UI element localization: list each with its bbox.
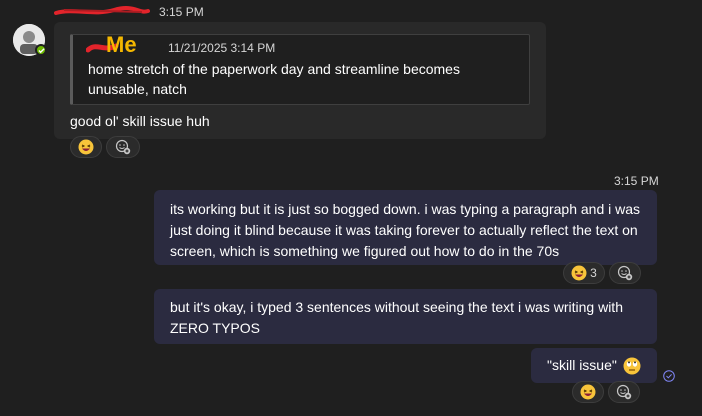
reaction-laughing-3[interactable]: 3 <box>563 262 605 284</box>
outgoing-message-text: but it's okay, i typed 3 sentences witho… <box>170 299 623 336</box>
add-reaction-button[interactable] <box>609 262 641 284</box>
reaction-laughing[interactable] <box>70 136 102 158</box>
outgoing-message-bubble[interactable]: but it's okay, i typed 3 sentences witho… <box>154 289 657 344</box>
svg-text:Me: Me <box>106 32 137 57</box>
outgoing-message-text: "skill issue" <box>547 357 617 373</box>
reaction-count: 3 <box>590 266 597 280</box>
laughing-face-icon <box>580 384 596 400</box>
quote-text: home stretch of the paperwork day and st… <box>88 61 460 97</box>
add-reaction-button[interactable] <box>106 136 140 158</box>
eye-roll-face-icon <box>623 357 641 374</box>
laughing-face-icon <box>571 265 587 281</box>
incoming-message-text: good ol' skill issue huh <box>70 113 210 129</box>
add-reaction-button[interactable] <box>608 381 640 403</box>
quote-timestamp: 11/21/2025 3:14 PM <box>168 41 276 55</box>
add-reaction-icon <box>115 139 131 155</box>
outgoing-message-text: its working but it is just so bogged dow… <box>170 201 641 259</box>
sent-status-icon <box>663 370 675 382</box>
quote-author-me-label: Me <box>86 32 137 57</box>
incoming-timestamp: 3:15 PM <box>159 5 204 19</box>
outgoing-message-bubble[interactable]: its working but it is just so bogged dow… <box>154 190 657 265</box>
reaction-laughing[interactable] <box>572 381 604 403</box>
outgoing-message-bubble[interactable]: "skill issue" <box>531 348 657 383</box>
add-reaction-icon <box>617 265 633 281</box>
redacted-sender-name <box>54 6 150 15</box>
add-reaction-icon <box>616 384 632 400</box>
laughing-face-icon <box>78 139 94 155</box>
outgoing-timestamp: 3:15 PM <box>614 174 659 188</box>
presence-available-icon <box>35 44 47 56</box>
